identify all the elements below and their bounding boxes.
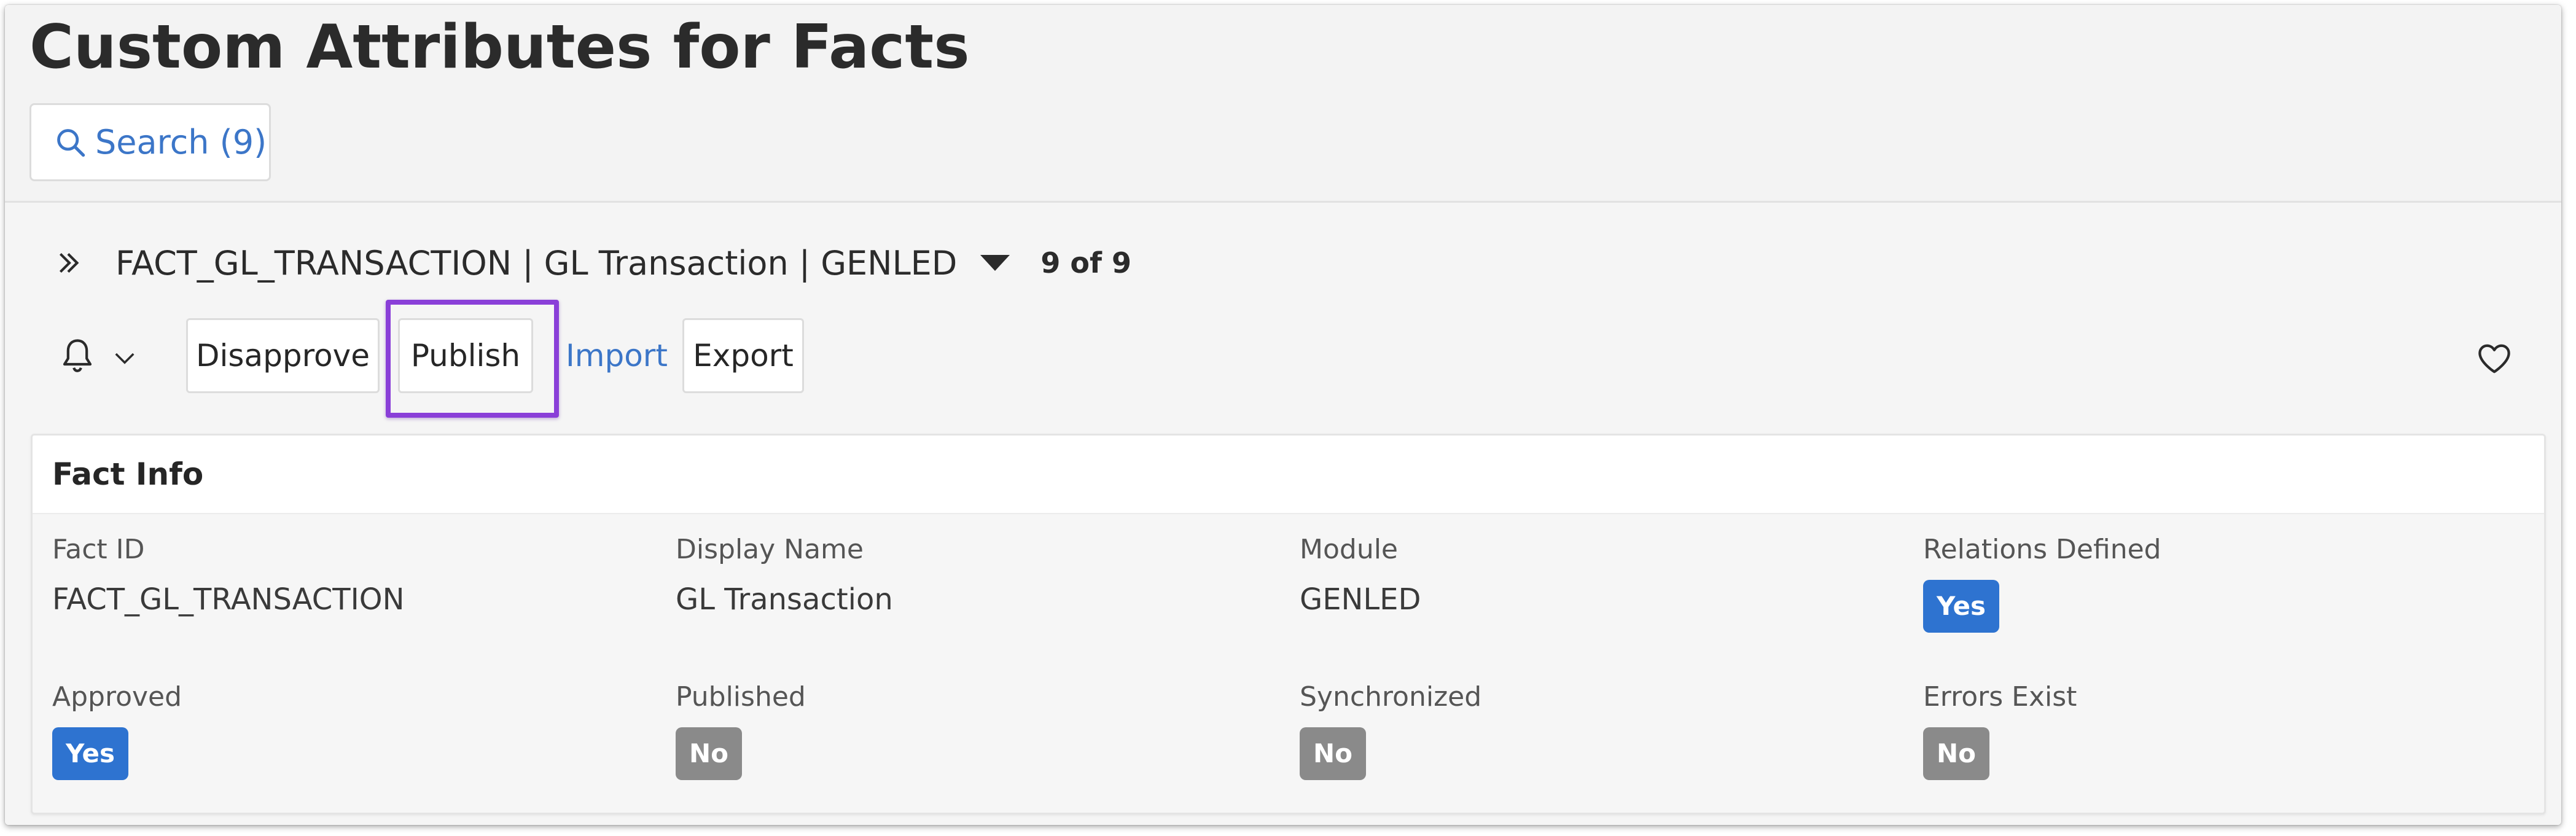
field-value: FACT_GL_TRANSACTION — [52, 582, 405, 617]
app-window: Custom Attributes for Facts Search (9) F… — [5, 5, 2561, 825]
heart-icon[interactable] — [2476, 343, 2512, 375]
search-button-label: Search (9) — [95, 123, 267, 162]
field-relations-defined: Relations Defined Yes — [1923, 534, 2161, 633]
field-label: Fact ID — [52, 534, 145, 565]
page-header: Custom Attributes for Facts Search (9) — [5, 5, 2561, 203]
main-content: FACT_GL_TRANSACTION | GL Transaction | G… — [5, 205, 2561, 825]
field-published: Published No — [676, 681, 806, 780]
field-module: Module GENLED — [1300, 534, 1421, 617]
status-badge: No — [1300, 727, 1367, 780]
record-count: 9 of 9 — [1040, 246, 1132, 279]
import-button[interactable]: Import — [552, 318, 682, 393]
search-icon — [57, 128, 85, 157]
search-button[interactable]: Search (9) — [29, 103, 271, 181]
field-label: Errors Exist — [1923, 681, 2077, 713]
field-label: Display Name — [676, 534, 864, 565]
action-toolbar: Disapprove Publish Import Export — [5, 300, 2561, 418]
field-fact-id: Fact ID FACT_GL_TRANSACTION — [52, 534, 404, 617]
double-chevron-right-icon[interactable] — [54, 248, 85, 278]
field-value: GL Transaction — [676, 582, 893, 617]
field-label: Published — [676, 681, 806, 713]
field-label: Approved — [52, 681, 182, 713]
record-bar: FACT_GL_TRANSACTION | GL Transaction | G… — [54, 238, 1131, 287]
chevron-down-icon — [115, 353, 135, 364]
field-synchronized: Synchronized No — [1300, 681, 1481, 780]
status-badge: No — [1923, 727, 1990, 780]
export-button[interactable]: Export — [682, 318, 804, 393]
disapprove-button[interactable]: Disapprove — [186, 318, 380, 393]
bell-icon — [63, 339, 92, 372]
field-display-name: Display Name GL Transaction — [676, 534, 893, 617]
caret-down-icon[interactable] — [980, 255, 1010, 271]
notifications-menu[interactable] — [60, 337, 136, 375]
field-label: Relations Defined — [1923, 534, 2161, 565]
field-value: GENLED — [1300, 582, 1421, 617]
field-label: Synchronized — [1300, 681, 1482, 713]
publish-button[interactable]: Publish — [398, 318, 533, 393]
status-badge: Yes — [52, 727, 129, 780]
field-approved: Approved Yes — [52, 681, 182, 780]
fact-info-header: Fact Info — [33, 436, 2544, 514]
record-title: FACT_GL_TRANSACTION | GL Transaction | G… — [115, 243, 958, 283]
page-title: Custom Attributes for Facts — [29, 12, 970, 82]
field-label: Module — [1300, 534, 1398, 565]
fact-info-card: Fact Info Fact ID FACT_GL_TRANSACTION Di… — [31, 434, 2546, 815]
status-badge: Yes — [1923, 580, 2000, 633]
field-errors-exist: Errors Exist No — [1923, 681, 2077, 780]
status-badge: No — [676, 727, 743, 780]
